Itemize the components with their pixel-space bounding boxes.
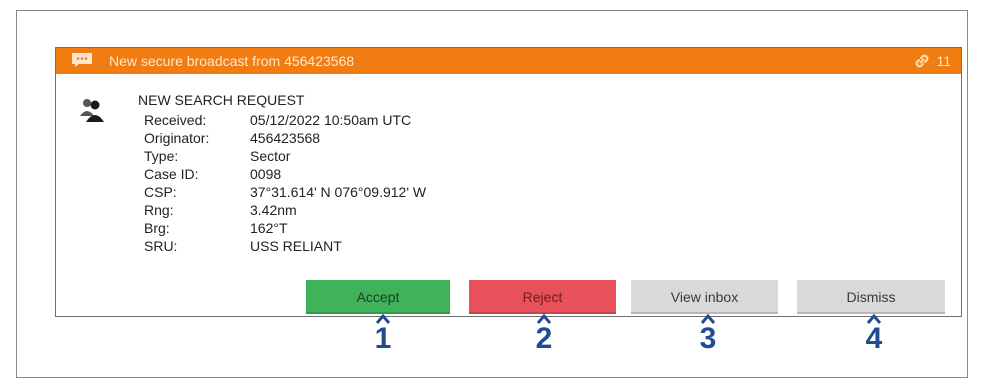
detail-label: Brg:: [144, 220, 170, 236]
callout-4: 4: [859, 312, 889, 354]
request-title: NEW SEARCH REQUEST: [138, 92, 305, 108]
detail-value: 05/12/2022 10:50am UTC: [250, 112, 412, 128]
callout-3: 3: [693, 312, 723, 354]
detail-label: Case ID:: [144, 166, 199, 182]
detail-value: Sector: [250, 148, 291, 164]
detail-value: 0098: [250, 166, 282, 182]
detail-value: USS RELIANT: [250, 238, 342, 254]
callout-number: 2: [535, 322, 553, 355]
reject-button[interactable]: Reject: [469, 280, 616, 314]
view-inbox-button[interactable]: View inbox: [631, 280, 778, 314]
callout-2: 2: [529, 312, 559, 354]
detail-label: Type:: [144, 148, 179, 164]
secure-broadcast-dialog: New secure broadcast from 456423568 11 N…: [55, 47, 962, 317]
callout-number: 4: [865, 322, 883, 355]
message-icon: [72, 53, 92, 67]
detail-label: Rng:: [144, 202, 174, 218]
detail-value: 162°T: [250, 220, 288, 236]
callout-number: 1: [374, 322, 392, 355]
detail-value: 3.42nm: [250, 202, 297, 218]
dialog-title: New secure broadcast from 456423568: [109, 53, 355, 69]
detail-label: Originator:: [144, 130, 210, 146]
accept-button[interactable]: Accept: [306, 280, 450, 314]
dismiss-button[interactable]: Dismiss: [797, 280, 945, 314]
callout-1: 1: [368, 312, 398, 354]
attachment-count: 11: [936, 53, 951, 69]
person-icon: [80, 99, 104, 122]
detail-value: 456423568: [250, 130, 321, 146]
link-icon[interactable]: [913, 52, 931, 70]
callout-number: 3: [699, 322, 717, 355]
detail-label: CSP:: [144, 184, 177, 200]
dialog-header: New secure broadcast from 456423568 11: [56, 48, 961, 74]
detail-label: SRU:: [144, 238, 178, 254]
detail-value: 37°31.614' N 076°09.912' W: [250, 184, 427, 200]
detail-label: Received:: [144, 112, 207, 128]
